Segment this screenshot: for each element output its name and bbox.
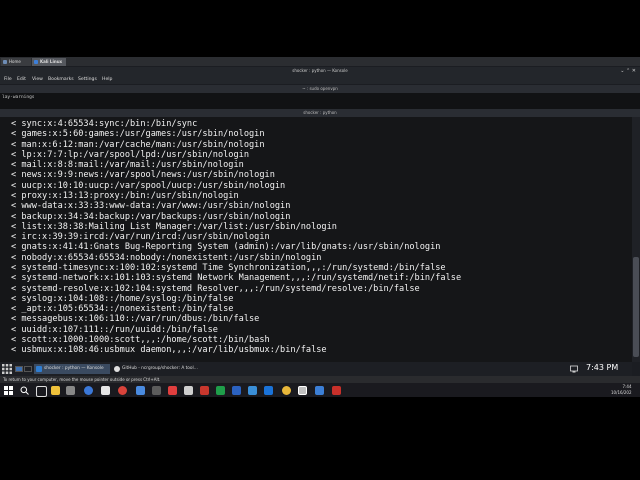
- terminal-line: < usbmux:x:108:46:usbmux daemon,,,:/var/…: [11, 345, 327, 356]
- vm-hint-bar: To return to your computer, move the mou…: [0, 376, 640, 383]
- menu-edit[interactable]: Edit: [17, 75, 26, 84]
- task-label: shocker : python — Konsole: [44, 366, 104, 371]
- app-icon[interactable]: [118, 386, 127, 395]
- menu-bookmarks[interactable]: Bookmarks: [48, 75, 74, 84]
- session-tab-python[interactable]: shocker : python: [0, 109, 640, 117]
- terminal-line: < systemd-network:x:101:103:systemd Netw…: [11, 273, 462, 284]
- app-icon[interactable]: [248, 386, 257, 395]
- chrome-icon[interactable]: [282, 386, 291, 395]
- panel-clock[interactable]: 7:43 PM: [586, 363, 618, 372]
- vm-tab-label: Home: [9, 59, 21, 64]
- menu-settings[interactable]: Settings: [78, 75, 97, 84]
- session-title: ~ : sudo openvpn: [302, 86, 338, 91]
- terminal-line: < gnats:x:41:41:Gnats Bug-Reporting Syst…: [11, 242, 441, 253]
- task-label: GitHub - ncrgroup/shocker: A tool...: [122, 366, 198, 371]
- session-tab-openvpn[interactable]: ~ : sudo openvpn: [0, 85, 640, 93]
- home-icon: [3, 60, 7, 64]
- terminal-line: < nobody:x:65534:65534:nobody:/nonexiste…: [11, 252, 322, 263]
- python-terminal[interactable]: < sync:x:4:65534:sync:/bin:/bin/sync < ga…: [0, 117, 632, 362]
- terminal-line: < games:x:5:60:games:/usr/games:/usr/sbi…: [11, 129, 265, 140]
- terminal-line: < man:x:6:12:man:/var/cache/man:/usr/sbi…: [11, 139, 265, 150]
- konsole-titlebar[interactable]: shocker : python — Konsole: [0, 67, 640, 75]
- terminal-line: < syslog:x:104:108::/home/syslog:/bin/fa…: [11, 293, 234, 304]
- network-icon[interactable]: [570, 365, 578, 373]
- terminal-line: < scott:x:1000:1000:scott,,,:/home/scott…: [11, 334, 270, 345]
- terminal-output: < sync:x:4:65534:sync:/bin:/bin/sync < ga…: [11, 119, 461, 355]
- excel-icon[interactable]: [216, 386, 225, 395]
- terminal-line: < _apt:x:105:65534::/nonexistent:/bin/fa…: [11, 304, 234, 315]
- terminal-line: < news:x:9:9:news:/var/spool/news:/usr/s…: [11, 170, 275, 181]
- terminal-icon: [36, 366, 42, 372]
- vm-screen: Home Kali Linux shocker : python — Konso…: [0, 57, 640, 397]
- terminal-line: < backup:x:34:34:backup:/var/backups:/us…: [11, 211, 291, 222]
- vm-tab-home[interactable]: Home: [1, 58, 31, 66]
- menu-view[interactable]: View: [32, 75, 43, 84]
- vm-tab-kali[interactable]: Kali Linux: [32, 58, 66, 66]
- terminal-line: < list:x:38:38:Mailing List Manager:/var…: [11, 221, 337, 232]
- terminal-line: < lp:x:7:7:lp:/var/spool/lpd:/usr/sbin/n…: [11, 149, 249, 160]
- vm-tab-label: Kali Linux: [40, 59, 63, 64]
- terminal-line: < proxy:x:13:13:proxy:/bin:/usr/sbin/nol…: [11, 190, 239, 201]
- app-icon[interactable]: [101, 386, 110, 395]
- app-icon[interactable]: [184, 386, 193, 395]
- edge-icon[interactable]: [84, 386, 93, 395]
- hint-text: To return to your computer, move the mou…: [3, 377, 161, 382]
- kali-icon: [34, 60, 38, 64]
- file-explorer-icon[interactable]: [51, 386, 60, 395]
- app-icon[interactable]: [136, 386, 145, 395]
- app-launcher-icon[interactable]: [2, 364, 12, 374]
- vmware-icon[interactable]: [298, 386, 307, 395]
- app-icon[interactable]: [66, 386, 75, 395]
- menu-bar: File Edit View Bookmarks Settings Help: [0, 75, 640, 84]
- task-browser[interactable]: GitHub - ncrgroup/shocker: A tool...: [112, 364, 198, 374]
- terminal-line: < messagebus:x:106:110::/var/run/dbus:/b…: [11, 314, 260, 325]
- system-clock[interactable]: 7:44 10/16/202: [611, 384, 632, 395]
- terminal-line: < www-data:x:33:33:www-data:/var/www:/us…: [11, 201, 291, 212]
- app-icon[interactable]: [200, 386, 209, 395]
- app-icon[interactable]: [264, 386, 273, 395]
- task-view-icon[interactable]: [36, 386, 47, 397]
- word-icon[interactable]: [232, 386, 241, 395]
- terminal-line: < uucp:x:10:10:uucp:/var/spool/uucp:/usr…: [11, 180, 286, 191]
- terminal-line: < irc:x:39:39:ircd:/var/run/ircd:/usr/sb…: [11, 232, 270, 243]
- menu-help[interactable]: Help: [102, 75, 112, 84]
- terminal-line: < uuidd:x:107:111::/run/uuidd:/bin/false: [11, 324, 218, 335]
- system-date: 10/16/202: [611, 389, 632, 395]
- session-title: shocker : python: [303, 110, 337, 115]
- windows-start-icon[interactable]: [4, 386, 13, 395]
- search-icon[interactable]: [20, 386, 29, 395]
- app-icon[interactable]: [168, 386, 177, 395]
- desktop-pager-1[interactable]: [15, 366, 23, 372]
- menu-file[interactable]: File: [4, 75, 12, 84]
- acrobat-icon[interactable]: [332, 386, 341, 395]
- desktop-pager-2[interactable]: [24, 366, 32, 372]
- terminal-line: < sync:x:4:65534:sync:/bin:/bin/sync: [11, 119, 198, 129]
- scrollbar-thumb[interactable]: [633, 257, 639, 357]
- task-konsole[interactable]: shocker : python — Konsole: [34, 364, 110, 374]
- app-icon[interactable]: [315, 386, 324, 395]
- terminal-text: lay-warnings: [2, 95, 35, 100]
- window-title: shocker : python — Konsole: [292, 68, 348, 73]
- terminal-line: < mail:x:8:8:mail:/var/mail:/usr/sbin/no…: [11, 160, 244, 171]
- terminal-line: < systemd-timesync:x:100:102:systemd Tim…: [11, 262, 446, 273]
- vm-tab-strip: Home Kali Linux: [0, 57, 640, 66]
- app-icon[interactable]: [152, 386, 161, 395]
- window-controls[interactable]: ⌄ ⌃ ✕: [620, 67, 636, 75]
- github-icon: [114, 366, 120, 372]
- terminal-line: < systemd-resolve:x:102:104:systemd Reso…: [11, 283, 420, 294]
